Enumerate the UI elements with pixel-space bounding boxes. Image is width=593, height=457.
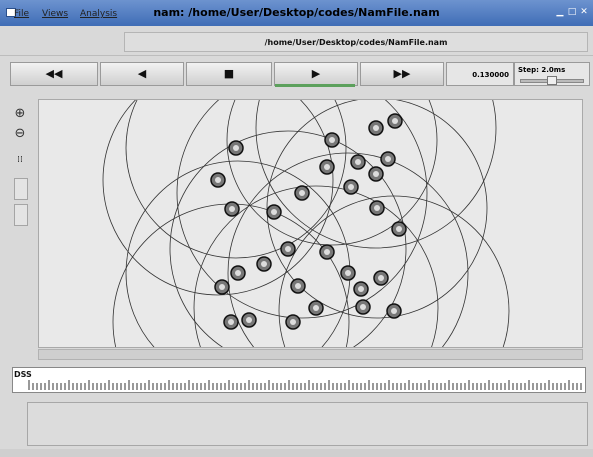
network-node[interactable] [223,314,239,330]
close-icon[interactable]: ✕ [579,7,589,17]
network-node[interactable] [210,172,226,188]
play-indicator [275,84,355,87]
network-node[interactable] [290,278,306,294]
horizontal-scrollbar[interactable] [38,349,583,360]
fast-forward-button[interactable]: ▶▶ [360,62,444,86]
rewind-button[interactable]: ◀◀ [10,62,98,86]
network-node[interactable] [319,244,335,260]
grid-icon[interactable]: ⁞⁞ [9,150,31,168]
network-node[interactable] [373,270,389,286]
status-strip [0,449,593,457]
step-label: Step: 2.0ms [518,66,566,74]
network-node[interactable] [355,299,371,315]
stop-button[interactable]: ■ [186,62,272,86]
network-node[interactable] [340,265,356,281]
network-node[interactable] [230,265,246,281]
network-node[interactable] [308,300,324,316]
sidebar-slider-lower[interactable] [14,204,28,226]
range-circle [125,100,347,259]
network-node[interactable] [228,140,244,156]
minimize-icon[interactable]: ▁ [555,7,565,17]
network-node[interactable] [214,279,230,295]
network-node[interactable] [319,159,335,175]
network-node[interactable] [369,200,385,216]
network-node[interactable] [387,113,403,129]
step-slider-thumb[interactable] [547,76,557,85]
file-path-display: /home/User/Desktop/codes/NamFile.nam [124,32,588,52]
network-canvas[interactable] [38,99,583,348]
play-button[interactable]: ▶ [274,62,358,86]
network-node[interactable] [380,151,396,167]
network-node[interactable] [280,241,296,257]
range-circle [278,195,510,347]
step-back-button[interactable]: ◀ [100,62,184,86]
range-circle [169,130,407,347]
menu-views[interactable]: Views [42,9,68,19]
network-node[interactable] [353,281,369,297]
network-node[interactable] [266,204,282,220]
timeline-ticks [28,380,582,390]
network-node[interactable] [386,303,402,319]
network-node[interactable] [241,312,257,328]
network-node[interactable] [324,132,340,148]
network-node[interactable] [343,179,359,195]
annotation-panel [27,402,588,446]
zoom-out-icon[interactable]: ⊖ [9,124,31,142]
network-node[interactable] [368,120,384,136]
network-node[interactable] [285,314,301,330]
network-node[interactable] [368,166,384,182]
menu-analysis[interactable]: Analysis [80,9,117,19]
timeline-label: DSS [14,370,32,379]
network-node[interactable] [256,256,272,272]
network-node[interactable] [294,185,310,201]
zoom-in-icon[interactable]: ⊕ [9,104,31,122]
network-node[interactable] [350,154,366,170]
network-node[interactable] [391,221,407,237]
menu-file[interactable]: File [14,9,29,19]
time-display: 0.130000 [446,62,514,86]
sidebar-slider-upper[interactable] [14,178,28,200]
network-node[interactable] [224,201,240,217]
maximize-icon[interactable]: □ [567,7,577,17]
network-graph [102,100,510,347]
